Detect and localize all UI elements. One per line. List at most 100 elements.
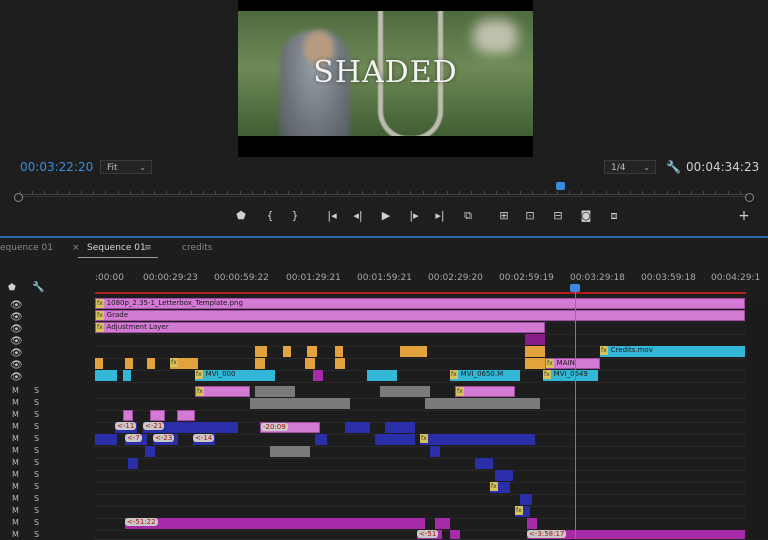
go-to-out-icon[interactable]: ▸| bbox=[432, 208, 448, 224]
monitor-scrollbar[interactable] bbox=[14, 193, 754, 203]
solo-toggle[interactable]: S bbox=[34, 518, 39, 527]
mute-toggle[interactable]: M bbox=[12, 398, 19, 407]
audio-clip[interactable] bbox=[270, 446, 310, 457]
step-back-icon[interactable]: ◂| bbox=[350, 208, 366, 224]
marker-icon[interactable]: ⬟ bbox=[233, 208, 249, 224]
mute-toggle[interactable]: M bbox=[12, 494, 19, 503]
audio-clip[interactable] bbox=[150, 410, 165, 421]
audio-clip[interactable]: <-21 bbox=[143, 422, 238, 433]
menu-icon[interactable]: ≡ bbox=[144, 243, 152, 253]
camera-icon[interactable]: ◙ bbox=[578, 208, 594, 224]
step-forward-icon[interactable]: |▸ bbox=[406, 208, 422, 224]
audio-clip[interactable] bbox=[375, 434, 415, 445]
audio-clip[interactable] bbox=[435, 518, 450, 529]
mute-toggle[interactable]: M bbox=[12, 410, 19, 419]
video-clip[interactable] bbox=[147, 358, 155, 369]
video-clip[interactable] bbox=[283, 346, 291, 357]
solo-toggle[interactable]: S bbox=[34, 482, 39, 491]
snap-icon[interactable]: ⬟ bbox=[8, 283, 16, 293]
eye-icon[interactable]: 👁 bbox=[10, 324, 23, 335]
eye-icon[interactable]: 👁 bbox=[10, 336, 23, 347]
video-clip[interactable] bbox=[95, 370, 117, 381]
audio-clip[interactable] bbox=[380, 386, 430, 397]
audio-clip[interactable] bbox=[255, 386, 295, 397]
extract-icon[interactable]: ⊟ bbox=[550, 208, 566, 224]
timeline-vertical-scrollbar[interactable] bbox=[746, 298, 768, 539]
video-clip[interactable] bbox=[95, 358, 103, 369]
audio-clip[interactable]: fx bbox=[490, 482, 510, 493]
grade-clip[interactable]: fx Grade bbox=[95, 310, 745, 321]
video-clip[interactable] bbox=[123, 370, 131, 381]
mute-toggle[interactable]: M bbox=[12, 518, 19, 527]
go-to-in-icon[interactable]: |◂ bbox=[324, 208, 340, 224]
video-clip[interactable] bbox=[313, 370, 323, 381]
eye-icon[interactable]: 👁 bbox=[10, 312, 23, 323]
wrench-icon[interactable]: 🔧 bbox=[32, 282, 44, 293]
mvi-clip-1[interactable]: fx MVI_000 bbox=[195, 370, 275, 381]
audio-clip[interactable] bbox=[250, 398, 350, 409]
wrench-icon[interactable]: 🔧 bbox=[666, 160, 681, 174]
mute-toggle[interactable]: M bbox=[12, 506, 19, 515]
audio-clip[interactable]: <-11 bbox=[115, 422, 137, 433]
play-icon[interactable]: ▶ bbox=[378, 208, 394, 224]
solo-toggle[interactable]: S bbox=[34, 410, 39, 419]
solo-toggle[interactable]: S bbox=[34, 470, 39, 479]
video-clip[interactable] bbox=[335, 358, 345, 369]
audio-clip[interactable]: fx bbox=[455, 386, 515, 397]
audio-clip[interactable] bbox=[430, 446, 440, 457]
mvi-clip-3[interactable]: fx MVI_0649 bbox=[543, 370, 598, 381]
tab-sequence-01[interactable]: Sequence 01 bbox=[87, 243, 146, 253]
mute-toggle[interactable]: M bbox=[12, 470, 19, 479]
audio-clip[interactable]: <-23 bbox=[153, 434, 178, 445]
resolution-select[interactable]: 1/4 ⌄ bbox=[604, 160, 656, 174]
mute-toggle[interactable]: M bbox=[12, 482, 19, 491]
video-clip[interactable] bbox=[403, 346, 427, 357]
video-clip[interactable] bbox=[125, 358, 133, 369]
solo-toggle[interactable]: S bbox=[34, 446, 39, 455]
audio-clip[interactable] bbox=[128, 458, 138, 469]
scrollbar-handle-left[interactable] bbox=[14, 193, 23, 202]
mark-in-icon[interactable]: { bbox=[262, 208, 278, 224]
video-clip[interactable] bbox=[335, 346, 343, 357]
work-area-bar[interactable] bbox=[95, 292, 746, 294]
eye-icon[interactable]: 👁 bbox=[10, 372, 23, 383]
audio-clip[interactable]: fx bbox=[515, 506, 530, 517]
audio-clip[interactable] bbox=[385, 422, 415, 433]
add-button-icon[interactable]: + bbox=[736, 208, 752, 224]
audio-clip[interactable] bbox=[425, 398, 540, 409]
audio-clip[interactable]: <-7 bbox=[125, 434, 147, 445]
audio-clip[interactable] bbox=[475, 458, 493, 469]
audio-clip[interactable] bbox=[145, 446, 155, 457]
audio-clip[interactable] bbox=[450, 530, 460, 539]
audio-clip[interactable] bbox=[345, 422, 370, 433]
video-clip[interactable]: fx bbox=[170, 358, 198, 369]
overwrite-icon[interactable]: ⊞ bbox=[496, 208, 512, 224]
credits-clip[interactable]: fx Credits.mov bbox=[600, 346, 745, 357]
audio-clip[interactable] bbox=[95, 434, 117, 445]
video-clip[interactable] bbox=[307, 346, 317, 357]
lift-icon[interactable]: ⊡ bbox=[522, 208, 538, 224]
video-clip[interactable] bbox=[525, 334, 545, 345]
monitor-mini-ruler[interactable] bbox=[20, 184, 748, 195]
current-timecode[interactable]: 00:03:22:20 bbox=[20, 160, 93, 174]
monitor-playhead[interactable] bbox=[556, 182, 565, 190]
solo-toggle[interactable]: S bbox=[34, 422, 39, 431]
audio-clip[interactable] bbox=[520, 494, 532, 505]
audio-clip[interactable]: <-51 bbox=[417, 530, 442, 539]
mute-toggle[interactable]: M bbox=[12, 458, 19, 467]
mute-toggle[interactable]: M bbox=[12, 530, 19, 539]
video-clip[interactable] bbox=[255, 358, 265, 369]
mute-toggle[interactable]: M bbox=[12, 434, 19, 443]
eye-icon[interactable]: 👁 bbox=[10, 300, 23, 311]
comparison-view-icon[interactable]: ⧈ bbox=[606, 208, 622, 224]
audio-clip[interactable] bbox=[527, 518, 537, 529]
scrollbar-handle-right[interactable] bbox=[745, 193, 754, 202]
music-clip[interactable]: <-3:58:17 bbox=[527, 530, 745, 539]
audio-clip[interactable] bbox=[315, 434, 327, 445]
mvi-clip-2[interactable]: fx MVI_0650.M bbox=[450, 370, 520, 381]
video-clip[interactable] bbox=[525, 346, 545, 357]
solo-toggle[interactable]: S bbox=[34, 530, 39, 539]
mute-toggle[interactable]: M bbox=[12, 446, 19, 455]
close-icon[interactable]: × bbox=[72, 243, 80, 253]
video-preview[interactable]: SHADED bbox=[238, 0, 533, 157]
